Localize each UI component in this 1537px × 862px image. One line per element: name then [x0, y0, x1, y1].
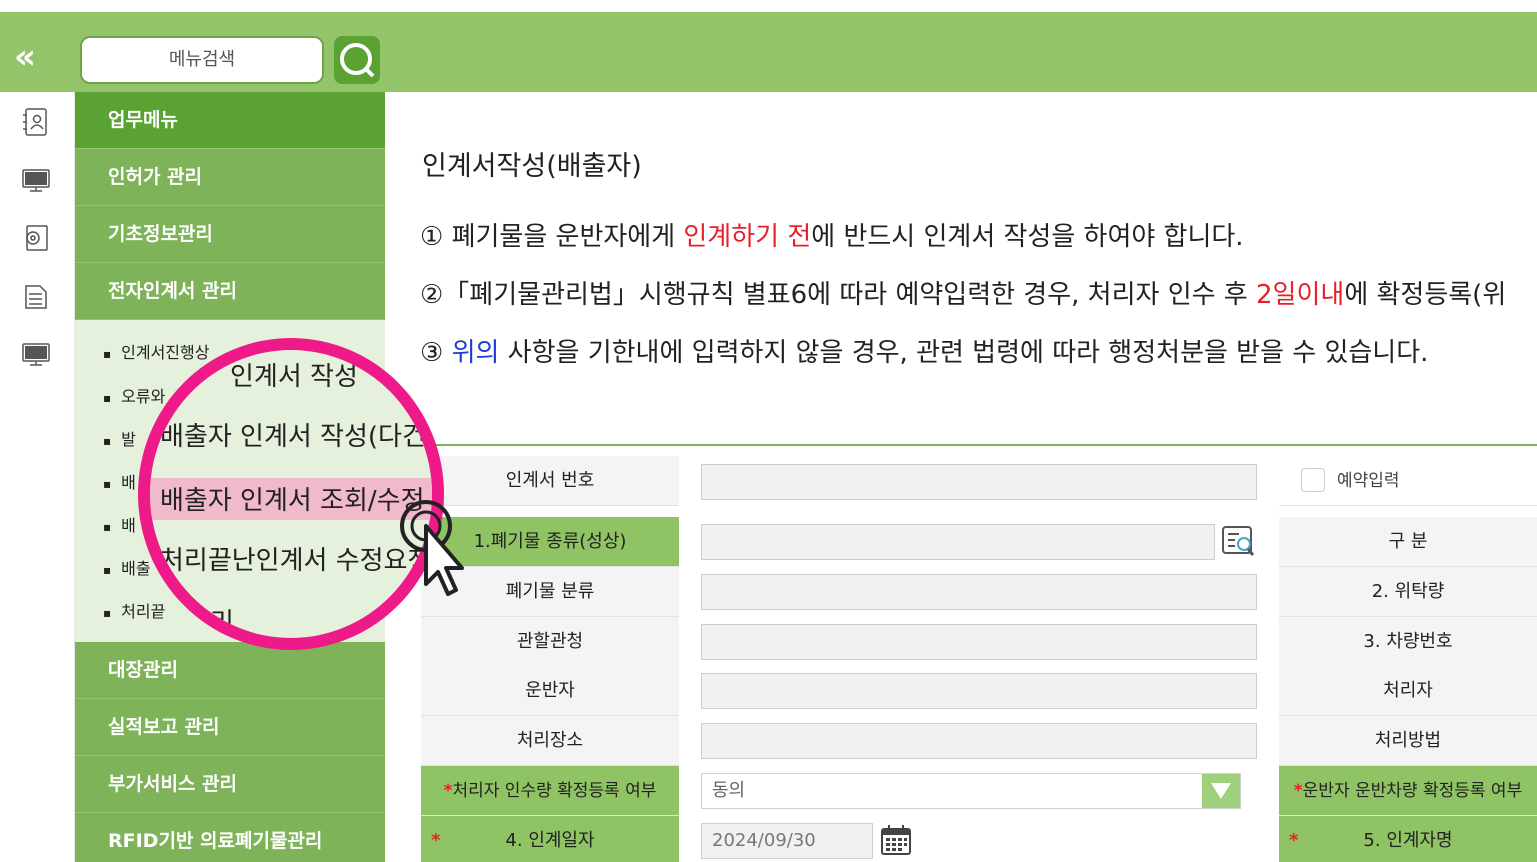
sidebar-item-additional-services[interactable]: 부가서비스 관리 [75, 756, 385, 813]
label-transfer-date: * 4. 인계일자 [421, 816, 679, 862]
notice-line-1: ① 폐기물을 운반자에게 인계하기 전에 반드시 인계서 작성을 하여야 합니다… [420, 222, 1244, 252]
consent-select[interactable]: 동의 [701, 773, 1241, 809]
submenu-item[interactable]: 배 [103, 515, 136, 537]
label-consigned-amount: 2. 위탁량 [1279, 567, 1537, 617]
sidebar-item-rfid-medical-waste[interactable]: RFID기반 의료폐기물관리 [75, 813, 385, 862]
search-document-icon[interactable] [1221, 524, 1257, 560]
required-mark: * [431, 830, 441, 851]
main-content: 인계서작성(배출자) ① 폐기물을 운반자에게 인계하기 전에 반드시 인계서 … [385, 92, 1537, 862]
search-button[interactable] [334, 36, 380, 84]
contacts-icon[interactable] [20, 106, 52, 138]
submenu-item[interactable]: 처리끝 [103, 601, 165, 623]
zoom-line: 배출자 인계서 작성(다건 [160, 422, 426, 452]
monitor-icon[interactable] [20, 338, 52, 370]
zoom-magnifier: 인계서 작성 배출자 인계서 작성(다건 배출자 인계서 조회/수정 처리끝난인… [138, 338, 444, 650]
sidebar-item-permits[interactable]: 인허가 관리 [75, 149, 385, 206]
page-title: 인계서작성(배출자) [422, 151, 642, 182]
app-header: « 메뉴검색 [0, 12, 1537, 92]
menu-search-input[interactable]: 메뉴검색 [80, 36, 324, 84]
transfer-number-field[interactable] [701, 464, 1257, 500]
sidebar-item-basic-info[interactable]: 기초정보관리 [75, 206, 385, 263]
zoom-line: 리 [210, 608, 234, 638]
reservation-checkbox[interactable] [1301, 468, 1325, 492]
label-transporter-confirm: *운반자 운반차량 확정등록 여부 [1279, 766, 1537, 816]
submenu-item[interactable]: 배 [103, 472, 136, 494]
zoom-line: 인계서 작성 [230, 362, 358, 392]
processing-site-field[interactable] [701, 723, 1257, 759]
dropdown-arrow[interactable] [1202, 774, 1240, 808]
label-vehicle-number: 3. 차량번호 [1279, 617, 1537, 667]
reservation-label: 예약입력 [1337, 471, 1400, 491]
icon-rail [0, 92, 75, 862]
label-category: 구 분 [1279, 517, 1537, 567]
label-transferor-name: * 5. 인계자명 [1279, 816, 1537, 862]
settings-doc-icon[interactable] [20, 222, 52, 254]
hand-pointer-icon [400, 500, 464, 596]
top-strip [0, 0, 1537, 12]
sidebar-item-ledger[interactable]: 대장관리 [75, 642, 385, 699]
reservation-input-cell: 예약입력 [1279, 456, 1537, 506]
transfer-date-field[interactable]: 2024/09/30 [701, 823, 873, 859]
sidebar-item-e-transfer[interactable]: 전자인계서 관리 [75, 263, 385, 320]
calendar-icon[interactable] [879, 823, 913, 857]
submenu-item[interactable]: 발 [103, 429, 136, 451]
sidebar-item-work-menu[interactable]: 업무메뉴 [75, 92, 385, 149]
monitor-icon[interactable] [20, 164, 52, 196]
required-mark: * [1289, 830, 1299, 851]
zoom-line-highlighted[interactable]: 배출자 인계서 조회/수정 [160, 480, 425, 517]
waste-class-field[interactable] [701, 574, 1257, 610]
label-processor-confirm: *처리자 인수량 확정등록 여부 [421, 766, 679, 816]
label-authority: 관할관청 [421, 617, 679, 667]
form-divider [435, 444, 1537, 446]
submenu-item[interactable]: 인계서진행상 [103, 342, 209, 364]
submenu-item[interactable]: 오류와 [103, 386, 165, 408]
document-stack-icon[interactable] [20, 280, 52, 312]
authority-field[interactable] [701, 624, 1257, 660]
search-icon [340, 43, 375, 78]
sidebar-item-performance-report[interactable]: 실적보고 관리 [75, 699, 385, 756]
label-transporter: 운반자 [421, 666, 679, 716]
notice-line-2: ②「폐기물관리법」시행규칙 별표6에 따라 예약입력한 경우, 처리자 인수 후… [420, 280, 1507, 310]
notice-line-3: ③ 위의 사항을 기한내에 입력하지 않을 경우, 관련 법령에 따라 행정처분… [420, 338, 1429, 368]
collapse-menu-button[interactable]: « [14, 40, 54, 78]
required-mark: * [1293, 781, 1303, 801]
chevron-down-icon [1211, 783, 1231, 799]
zoom-line: 처리끝난인계서 수정요청 [160, 546, 432, 576]
label-processing-site: 처리장소 [421, 716, 679, 766]
label-processor: 처리자 [1279, 666, 1537, 716]
waste-type-field[interactable] [701, 524, 1215, 560]
submenu-item[interactable]: 배출 [103, 558, 150, 580]
transporter-field[interactable] [701, 673, 1257, 709]
label-processing-method: 처리방법 [1279, 716, 1537, 766]
